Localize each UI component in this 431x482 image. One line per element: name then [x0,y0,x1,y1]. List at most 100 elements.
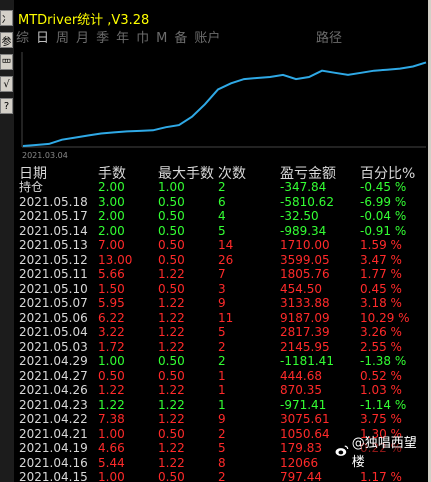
table-row[interactable]: 2021.05.13 7.00 0.50 14 1710.00 1.59 % [14,238,431,253]
table-header: 日期 手数 最大手数 次数 盈亏金额 百分比% [14,163,431,182]
cell-date: 2021.04.23 [19,397,88,412]
table-row[interactable]: 2021.04.27 0.50 0.50 1 444.68 0.52 % [14,369,431,384]
tab-0[interactable]: 综 [16,30,29,48]
cell-pnl: 1050.64 [280,426,330,441]
table-row[interactable]: 2021.05.14 2.00 0.50 5 -989.34 -0.91 % [14,224,431,239]
cell-count: 6 [218,194,226,209]
cell-lots: 2.00 [98,180,125,194]
cell-date: 2021.04.22 [19,412,88,426]
cell-pct: -1.14 % [360,397,407,412]
tab-7[interactable]: M [156,30,167,48]
tab-2[interactable]: 周 [56,30,69,48]
snap-icon[interactable]: 冫 [0,10,13,26]
grid-icon[interactable]: 罒 [0,54,13,70]
cell-count: 1 [218,383,226,397]
cell-date: 2021.05.17 [19,209,88,223]
cell-pnl: 2817.39 [280,325,330,339]
left-toolbar: 冫参罒 √? [0,0,14,482]
cell-max: 1.22 [158,310,185,325]
table-row[interactable]: 持仓 2.00 1.00 2 -347.84 -0.45 % [14,180,431,195]
cell-count: 2 [218,339,226,354]
cell-pct: -6.99 % [360,194,407,209]
cell-lots: 4.66 [98,441,125,455]
cell-max: 0.50 [158,209,185,223]
cell-count: 2 [218,180,226,194]
table-row[interactable]: 2021.04.29 1.00 0.50 2 -1181.41 -1.38 % [14,354,431,369]
table-row[interactable]: 2021.04.23 1.22 1.22 1 -971.41 -1.14 % [14,398,431,413]
cell-count: 2 [218,354,226,368]
cell-pnl: -989.34 [280,223,327,238]
cell-date: 2021.05.07 [19,296,88,310]
cell-count: 7 [218,267,226,281]
table-row[interactable]: 2021.04.22 7.38 1.22 9 3075.61 3.75 % [14,412,431,427]
cell-pnl: -971.41 [280,397,327,412]
table-row[interactable]: 2021.04.15 1.00 0.50 2 797.44 1.17 % [14,470,431,482]
settings-icon[interactable]: 参 [0,32,13,48]
table-row[interactable]: 2021.05.12 13.00 0.50 26 3599.05 3.47 % [14,253,431,268]
cell-max: 1.22 [158,325,185,339]
equity-line [22,61,427,147]
table-row[interactable]: 2021.05.07 5.95 1.22 9 3133.88 3.18 % [14,296,431,311]
cell-max: 1.22 [158,412,185,426]
table-row[interactable]: 2021.04.26 1.22 1.22 1 870.35 1.03 % [14,383,431,398]
weibo-icon [335,445,349,456]
table-row[interactable]: 2021.05.04 3.22 1.22 5 2817.39 3.26 % [14,325,431,340]
table-row[interactable]: 2021.05.18 3.00 0.50 6 -5810.62 -6.99 % [14,195,431,210]
cell-pct: 1.77 % [360,267,402,281]
cell-lots: 1.72 [98,339,125,354]
cell-lots: 3.00 [98,194,125,209]
cell-pct: 1.59 % [360,238,402,252]
cell-pct: -1.38 % [360,354,407,368]
cell-count: 4 [218,209,226,223]
cell-max: 0.50 [158,354,185,368]
cell-lots: 1.00 [98,354,125,368]
cell-lots: 1.00 [98,426,125,441]
cell-pnl: 3133.88 [280,296,330,310]
table-row[interactable]: 2021.05.17 2.00 0.50 4 -32.50 -0.04 % [14,209,431,224]
cell-pct: 0.52 % [360,368,402,383]
table-row[interactable]: 2021.05.11 5.66 1.22 7 1805.76 1.77 % [14,267,431,282]
cell-max: 1.22 [158,267,185,281]
table-row[interactable]: 2021.05.06 6.22 1.22 11 9187.09 10.29 % [14,311,431,326]
cell-lots: 5.95 [98,296,125,310]
cell-count: 9 [218,296,226,310]
tab-3[interactable]: 月 [76,30,89,48]
cell-date: 2021.04.21 [19,426,88,441]
tab-4[interactable]: 季 [96,30,109,48]
cell-date: 2021.04.27 [19,368,88,383]
cell-pnl: 870.35 [280,383,322,397]
table-row[interactable]: 2021.05.10 1.50 0.50 3 454.50 0.45 % [14,282,431,297]
help-icon[interactable]: ? [0,98,13,114]
cell-lots: 1.00 [98,470,125,482]
cell-count: 2 [218,470,226,482]
cell-pct: 1.17 % [360,470,402,482]
cell-pct: 3.18 % [360,296,402,310]
cell-max: 0.50 [158,194,185,209]
cell-pnl: 3075.61 [280,412,330,426]
cell-count: 2 [218,426,226,441]
path-tab[interactable]: 路径 [316,30,342,48]
tab-5[interactable]: 年 [116,30,129,48]
cell-date: 2021.04.16 [19,455,88,470]
stats-panel: MTDriver统计 ,V3.28 综日周月季年巾 M 备账户 路径 2021.03… [14,0,431,482]
check-icon[interactable]: √ [0,76,13,92]
tab-9[interactable]: 账户 [194,30,220,48]
tab-1[interactable]: 日 [36,30,49,48]
cell-max: 0.50 [158,470,185,482]
table-row[interactable]: 2021.05.03 1.72 1.22 2 2145.95 2.55 % [14,340,431,355]
cell-date: 2021.04.15 [19,470,88,482]
cell-pct: 3.75 % [360,412,402,426]
cell-lots: 7.38 [98,412,125,426]
tab-8[interactable]: 备 [174,30,187,48]
cell-pct: -0.04 % [360,209,407,223]
cell-lots: 13.00 [98,252,133,267]
cell-date: 2021.04.29 [19,354,88,368]
cell-pct: 10.29 % [360,310,410,325]
cell-count: 5 [218,441,226,455]
tab-6[interactable]: 巾 [136,30,149,48]
cell-date: 2021.05.10 [19,281,88,296]
cell-pct: 2.55 % [360,339,402,354]
cell-date: 2021.05.14 [19,223,88,238]
cell-count: 11 [218,310,234,325]
cell-date: 2021.05.03 [19,339,88,354]
